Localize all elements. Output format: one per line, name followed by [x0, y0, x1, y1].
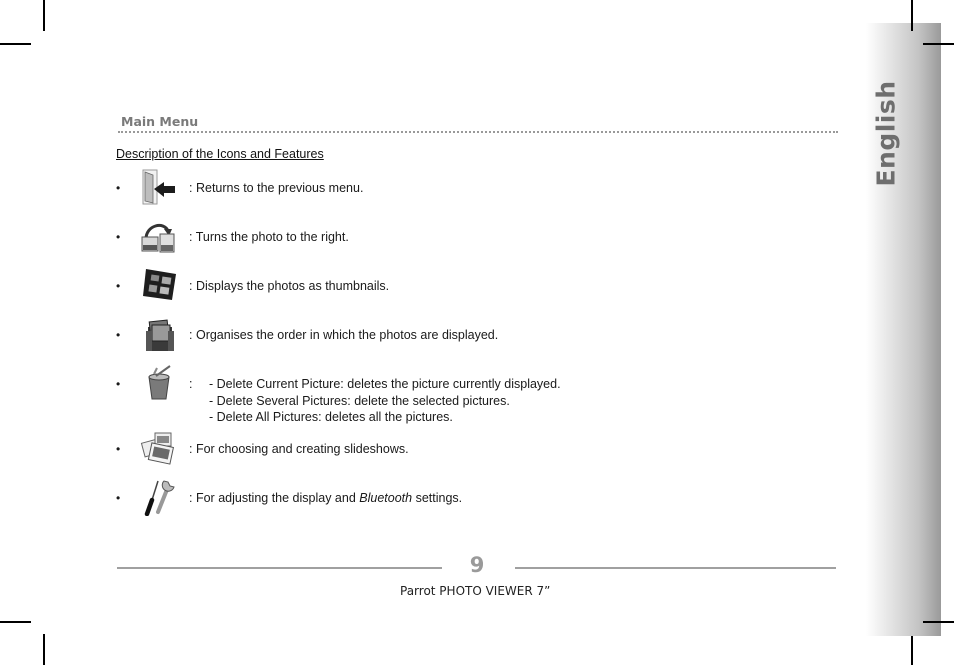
- crop-mark: [923, 43, 941, 45]
- bullet: •: [116, 491, 121, 505]
- delete-option: - Delete Several Pictures: delete the se…: [209, 393, 510, 408]
- slideshow-icon: [140, 432, 175, 465]
- thumbnails-icon: [143, 269, 176, 300]
- feature-description: : For choosing and creating slideshows.: [189, 442, 409, 456]
- feature-description: : Displays the photos as thumbnails.: [189, 279, 390, 293]
- sort-photos-icon: [146, 319, 174, 351]
- footer-divider-right: [515, 567, 836, 569]
- feature-description: : For adjusting the display and Bluetoot…: [189, 491, 463, 505]
- section-title: Main Menu: [121, 114, 199, 129]
- feature-item: • : Organises the order in which the pho…: [116, 319, 736, 367]
- feature-item: • : For choosing and creating slideshows…: [116, 432, 736, 481]
- language-tab: English: [866, 23, 941, 636]
- crop-mark: [0, 621, 31, 623]
- rotate-photo-icon: [141, 223, 175, 253]
- crop-mark: [911, 634, 913, 665]
- feature-item: • : For adjusting the display and Blueto…: [116, 480, 736, 530]
- crop-mark: [911, 23, 913, 31]
- bullet: •: [116, 230, 121, 244]
- feature-description: : Turns the photo to the right.: [189, 230, 349, 244]
- page-number: 9: [469, 553, 485, 577]
- delete-option: - Delete All Pictures: deletes all the p…: [209, 410, 453, 424]
- delete-option: - Delete Current Picture: deletes the pi…: [209, 377, 561, 391]
- feature-item: • : Displays the photos as thumbnails.: [116, 269, 736, 318]
- feature-description: : Organises the order in which the photo…: [189, 328, 499, 342]
- feature-item: • : Returns to the previous menu.: [116, 169, 736, 220]
- section-subtitle: Description of the Icons and Features: [116, 147, 324, 161]
- bullet: •: [116, 377, 121, 391]
- bullet: •: [116, 442, 121, 456]
- feature-description: : Returns to the previous menu.: [189, 181, 364, 195]
- crop-mark: [43, 634, 45, 665]
- crop-mark: [0, 43, 31, 45]
- feature-item: • : - Delete Current Picture: deletes th…: [116, 365, 736, 436]
- crop-mark: [923, 621, 941, 623]
- crop-mark: [43, 0, 45, 31]
- dotted-divider: [118, 131, 838, 133]
- bullet: •: [116, 279, 121, 293]
- bullet: •: [116, 181, 121, 195]
- exit-door-icon: [142, 169, 175, 205]
- settings-tools-icon: [144, 480, 175, 516]
- bullet: •: [116, 328, 121, 342]
- trash-bin-icon: [148, 365, 171, 400]
- feature-item: • : Turns the photo to the right.: [116, 223, 736, 269]
- language-label: English: [871, 79, 901, 187]
- feature-description: : - Delete Current Picture: deletes the …: [189, 377, 561, 424]
- footer-divider-left: [117, 567, 442, 569]
- product-name: Parrot PHOTO VIEWER 7”: [400, 584, 551, 598]
